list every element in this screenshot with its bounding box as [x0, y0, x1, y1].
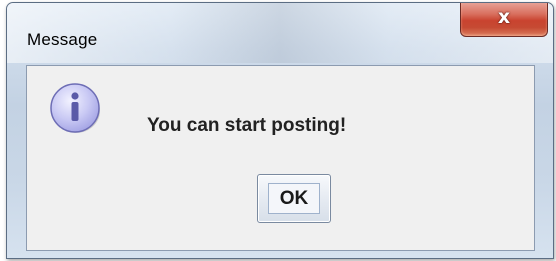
dialog-content: You can start posting! OK [26, 65, 535, 251]
message-text: You can start posting! [147, 115, 347, 136]
dialog-title: Message [27, 30, 98, 49]
info-icon [50, 83, 100, 133]
title-bar[interactable]: Message x [7, 3, 553, 65]
message-dialog: Message x You can start posting! OK [6, 2, 554, 259]
close-button[interactable]: x [460, 3, 548, 37]
ok-label: OK [279, 188, 309, 209]
ok-button[interactable]: OK [257, 174, 331, 223]
close-icon: x [497, 6, 511, 28]
